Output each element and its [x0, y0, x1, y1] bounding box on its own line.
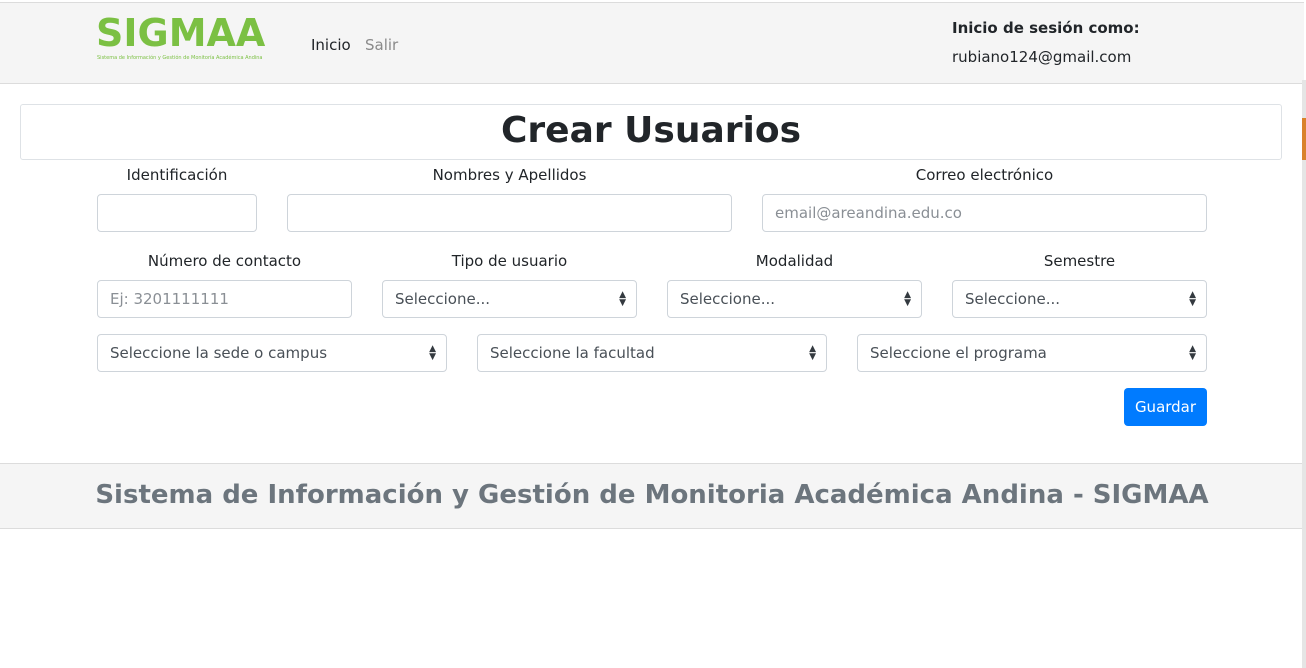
window-edge-accent [1302, 118, 1306, 160]
modalidad-select[interactable]: Seleccione... ▲ ▼ [667, 280, 922, 318]
nav-salir-link[interactable]: Salir [365, 36, 398, 54]
sede-selected: Seleccione la sede o campus [110, 344, 328, 362]
tipo-usuario-select[interactable]: Seleccione... ▲ ▼ [382, 280, 637, 318]
identificacion-label: Identificación [126, 166, 228, 184]
nav-inicio-link[interactable]: Inicio [311, 36, 351, 54]
window-edge [1302, 80, 1306, 668]
footer-title: Sistema de Información y Gestión de Moni… [95, 480, 1209, 510]
page-title-box: Crear Usuarios [20, 104, 1282, 160]
modalidad-label: Modalidad [755, 252, 834, 270]
session-email: rubiano124@gmail.com [952, 48, 1132, 66]
updown-caret-icon: ▲ ▼ [1189, 344, 1196, 362]
modalidad-selected: Seleccione... [680, 290, 776, 308]
updown-caret-icon: ▲ ▼ [619, 290, 626, 308]
semestre-select[interactable]: Seleccione... ▲ ▼ [952, 280, 1207, 318]
sigmaa-logo[interactable]: SIGMAA Sistema de Información y Gestión … [96, 11, 265, 63]
logo-tagline: Sistema de Información y Gestión de Moni… [97, 55, 263, 61]
logo-wordmark: SIGMAA [96, 11, 266, 55]
contacto-label: Número de contacto [147, 252, 302, 270]
tipo-usuario-selected: Seleccione... [395, 290, 491, 308]
save-button[interactable]: Guardar [1124, 388, 1207, 426]
page-title: Crear Usuarios [500, 110, 801, 151]
facultad-selected: Seleccione la facultad [490, 344, 655, 362]
facultad-select[interactable]: Seleccione la facultad ▲ ▼ [477, 334, 827, 372]
semestre-selected: Seleccione... [965, 290, 1061, 308]
semestre-label: Semestre [1043, 252, 1116, 270]
updown-caret-icon: ▲ ▼ [809, 344, 816, 362]
updown-caret-icon: ▲ ▼ [904, 290, 911, 308]
programa-select[interactable]: Seleccione el programa ▲ ▼ [857, 334, 1207, 372]
tipo-usuario-label: Tipo de usuario [451, 252, 568, 270]
top-navbar: SIGMAA Sistema de Información y Gestión … [0, 2, 1304, 84]
sede-select[interactable]: Seleccione la sede o campus ▲ ▼ [97, 334, 447, 372]
nombres-label: Nombres y Apellidos [432, 166, 587, 184]
email-field[interactable] [762, 194, 1207, 232]
contacto-input[interactable] [97, 280, 352, 318]
updown-caret-icon: ▲ ▼ [429, 344, 436, 362]
footer: Sistema de Información y Gestión de Moni… [0, 463, 1304, 529]
nombres-input[interactable] [287, 194, 732, 232]
programa-selected: Seleccione el programa [870, 344, 1047, 362]
session-label: Inicio de sesión como: [952, 19, 1140, 37]
identificacion-input[interactable] [97, 194, 257, 232]
correo-label: Correo electrónico [915, 166, 1054, 184]
updown-caret-icon: ▲ ▼ [1189, 290, 1196, 308]
